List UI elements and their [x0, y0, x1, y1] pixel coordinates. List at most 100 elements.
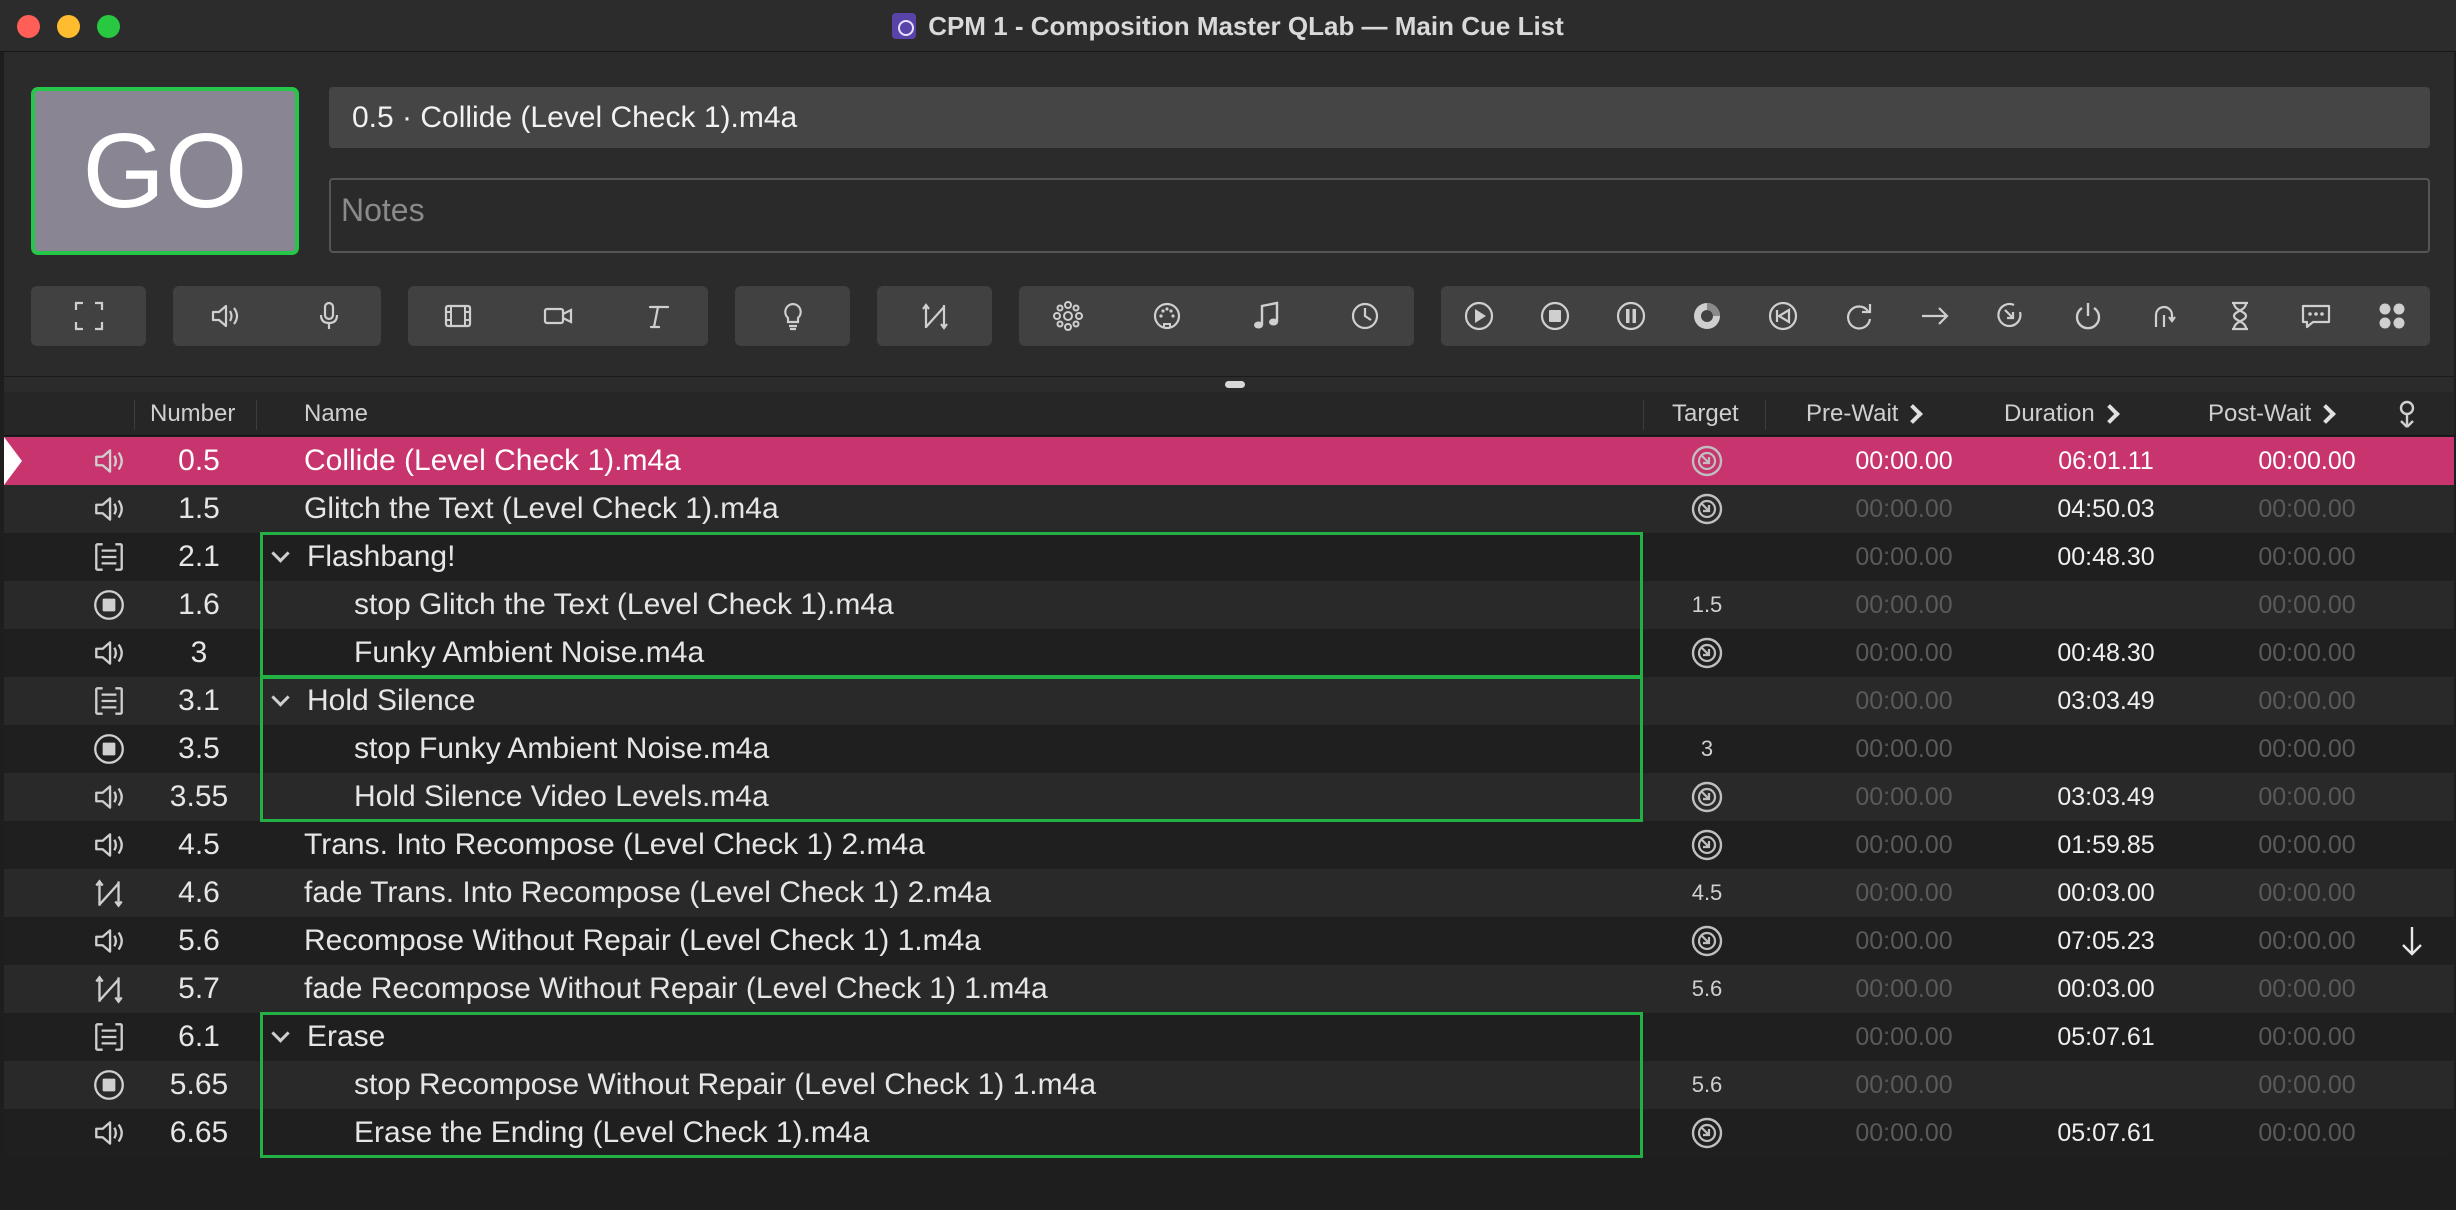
- column-header-postwait[interactable]: Post-Wait: [2208, 392, 2337, 436]
- camera-cue-button[interactable]: [532, 290, 584, 342]
- cue-row[interactable]: 3.5 stop Funky Ambient Noise.m4a 3 00:00.00…: [4, 725, 2454, 773]
- cue-prewait[interactable]: 00:00.00: [1804, 437, 2004, 485]
- cue-target[interactable]: [1647, 533, 1767, 581]
- memo-cue-button[interactable]: [2290, 290, 2342, 342]
- cue-number[interactable]: 1.5: [134, 485, 264, 533]
- audio-cue-button[interactable]: [199, 290, 251, 342]
- cue-name[interactable]: Hold Silence: [262, 677, 475, 725]
- goto-cue-button[interactable]: [1833, 290, 1885, 342]
- cue-target[interactable]: [1647, 1013, 1767, 1061]
- target-cue-button[interactable]: [1909, 290, 1961, 342]
- cue-name[interactable]: Collide (Level Check 1).m4a: [304, 437, 681, 485]
- cue-duration[interactable]: 00:48.30: [2006, 629, 2206, 677]
- cue-target[interactable]: [1647, 485, 1767, 533]
- cue-duration[interactable]: [2006, 1061, 2206, 1109]
- cue-postwait[interactable]: 00:00.00: [2207, 485, 2407, 533]
- disclosure-chevron-icon[interactable]: [271, 543, 290, 563]
- cue-number[interactable]: 1.6: [134, 581, 264, 629]
- cue-number[interactable]: 6.65: [134, 1109, 264, 1157]
- cue-name[interactable]: fade Trans. Into Recompose (Level Check …: [304, 869, 991, 917]
- cue-number[interactable]: 3.55: [134, 773, 264, 821]
- pause-cue-button[interactable]: [1605, 290, 1657, 342]
- cue-name[interactable]: stop Recompose Without Repair (Level Che…: [354, 1061, 1096, 1109]
- cue-duration[interactable]: 00:48.30: [2006, 533, 2206, 581]
- go-button[interactable]: GO: [31, 87, 299, 255]
- cue-name[interactable]: Trans. Into Recompose (Level Check 1) 2.…: [304, 821, 925, 869]
- disclosure-chevron-icon[interactable]: [271, 1023, 290, 1043]
- cue-postwait[interactable]: 00:00.00: [2207, 1061, 2407, 1109]
- cue-duration[interactable]: [2006, 581, 2206, 629]
- cue-duration[interactable]: 03:03.49: [2006, 677, 2206, 725]
- cue-number[interactable]: 3.5: [134, 725, 264, 773]
- midi-file-cue-button[interactable]: [1240, 290, 1292, 342]
- stop-cue-button[interactable]: [1529, 290, 1581, 342]
- auto-continue-arrow-icon[interactable]: [2392, 917, 2432, 965]
- cue-prewait[interactable]: 00:00.00: [1804, 629, 2004, 677]
- cue-duration[interactable]: 04:50.03: [2006, 485, 2206, 533]
- cue-target[interactable]: 1.5: [1647, 581, 1767, 629]
- mic-cue-button[interactable]: [303, 290, 355, 342]
- cue-prewait[interactable]: 00:00.00: [1804, 965, 2004, 1013]
- cue-row[interactable]: 5.7 fade Recompose Without Repair (Level …: [4, 965, 2454, 1013]
- standby-cue-title[interactable]: 0.5 · Collide (Level Check 1).m4a: [329, 87, 2430, 148]
- splitter[interactable]: [4, 376, 2454, 392]
- cue-prewait[interactable]: 00:00.00: [1804, 677, 2004, 725]
- splitter-handle[interactable]: [1225, 381, 1245, 388]
- cue-prewait[interactable]: 00:00.00: [1804, 581, 2004, 629]
- column-header-prewait[interactable]: Pre-Wait: [1806, 392, 1924, 436]
- cue-prewait[interactable]: 00:00.00: [1804, 773, 2004, 821]
- start-cue-button[interactable]: [1453, 290, 1505, 342]
- cue-row[interactable]: 3.55 Hold Silence Video Levels.m4a 00:00.0…: [4, 773, 2454, 821]
- cue-target[interactable]: [1647, 1109, 1767, 1157]
- cue-target[interactable]: [1647, 677, 1767, 725]
- cue-prewait[interactable]: 00:00.00: [1804, 725, 2004, 773]
- cue-name[interactable]: stop Glitch the Text (Level Check 1).m4a: [354, 581, 894, 629]
- cue-row[interactable]: 6.65 Erase the Ending (Level Check 1).m4a…: [4, 1109, 2454, 1157]
- column-header-target[interactable]: Target: [1672, 392, 1739, 436]
- load-cue-button[interactable]: [1681, 290, 1733, 342]
- devamp-cue-button[interactable]: [2138, 290, 2190, 342]
- light-cue-button[interactable]: [767, 290, 819, 342]
- cue-number[interactable]: 4.5: [134, 821, 264, 869]
- cue-prewait[interactable]: 00:00.00: [1804, 917, 2004, 965]
- cue-duration[interactable]: 07:05.23: [2006, 917, 2206, 965]
- cue-name[interactable]: Glitch the Text (Level Check 1).m4a: [304, 485, 779, 533]
- fade-cue-button[interactable]: [909, 290, 961, 342]
- cue-target[interactable]: [1647, 773, 1767, 821]
- cue-postwait[interactable]: 00:00.00: [2207, 1109, 2407, 1157]
- cue-row[interactable]: 5.6 Recompose Without Repair (Level Check…: [4, 917, 2454, 965]
- cue-target[interactable]: [1647, 629, 1767, 677]
- cue-name[interactable]: Flashbang!: [262, 533, 455, 581]
- cue-prewait[interactable]: 00:00.00: [1804, 821, 2004, 869]
- disclosure-chevron-icon[interactable]: [271, 687, 290, 707]
- cue-number[interactable]: 5.6: [134, 917, 264, 965]
- cue-name[interactable]: Erase: [262, 1013, 385, 1061]
- cue-duration[interactable]: 03:03.49: [2006, 773, 2206, 821]
- cue-postwait[interactable]: 00:00.00: [2207, 821, 2407, 869]
- disarm-cue-button[interactable]: [2062, 290, 2114, 342]
- cue-number[interactable]: 3: [134, 629, 264, 677]
- cue-row[interactable]: 6.1 Erase 00:00.00 05:07.61 00:00.00: [4, 1013, 2454, 1061]
- cue-name[interactable]: fade Recompose Without Repair (Level Che…: [304, 965, 1048, 1013]
- video-cue-button[interactable]: [432, 290, 484, 342]
- cue-number[interactable]: 3.1: [134, 677, 264, 725]
- cue-duration[interactable]: 00:03.00: [2006, 869, 2206, 917]
- cue-target[interactable]: 5.6: [1647, 1061, 1767, 1109]
- cue-duration[interactable]: 05:07.61: [2006, 1109, 2206, 1157]
- cue-row[interactable]: 1.5 Glitch the Text (Level Check 1).m4a 00…: [4, 485, 2454, 533]
- cue-duration[interactable]: 05:07.61: [2006, 1013, 2206, 1061]
- notes-field[interactable]: Notes: [329, 178, 2430, 253]
- cue-postwait[interactable]: 00:00.00: [2207, 965, 2407, 1013]
- script-cue-button[interactable]: [2366, 290, 2418, 342]
- cue-number[interactable]: 0.5: [134, 437, 264, 485]
- cue-prewait[interactable]: 00:00.00: [1804, 869, 2004, 917]
- fullscreen-button[interactable]: [63, 290, 115, 342]
- cue-target[interactable]: [1647, 821, 1767, 869]
- cue-postwait[interactable]: 00:00.00: [2207, 917, 2407, 965]
- cue-prewait[interactable]: 00:00.00: [1804, 485, 2004, 533]
- cue-target[interactable]: [1647, 917, 1767, 965]
- cue-name[interactable]: Erase the Ending (Level Check 1).m4a: [354, 1109, 869, 1157]
- timecode-cue-button[interactable]: [1339, 290, 1391, 342]
- text-cue-button[interactable]: [632, 290, 684, 342]
- cue-number[interactable]: 6.1: [134, 1013, 264, 1061]
